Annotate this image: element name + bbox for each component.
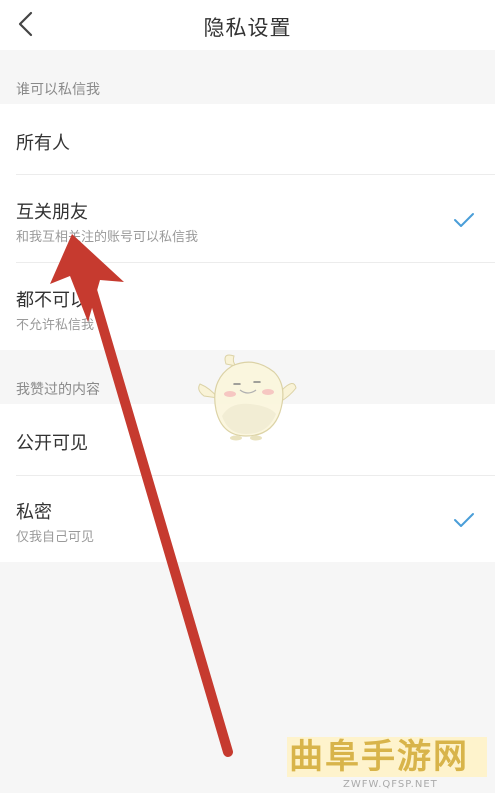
watermark-text: 曲阜手游网: [289, 737, 469, 777]
section-label: 谁可以私信我: [16, 82, 100, 98]
mascot-watermark-icon: [198, 354, 297, 441]
option-title: 私密: [16, 502, 52, 523]
section-header-who-can-message: 谁可以私信我: [0, 50, 495, 104]
option-subtitle: 和我互相关注的账号可以私信我: [16, 230, 199, 245]
checkmark-icon: [454, 213, 474, 227]
page-title: 隐私设置: [203, 16, 292, 40]
section-label: 我赞过的内容: [16, 382, 100, 398]
option-everyone[interactable]: 所有人: [0, 104, 495, 175]
option-nobody[interactable]: 都不可以 不允许私信我: [0, 263, 495, 350]
option-title: 公开可见: [16, 433, 88, 454]
nav-header: 隐私设置: [0, 0, 495, 50]
option-subtitle: 不允许私信我: [16, 318, 95, 333]
option-title: 互关朋友: [16, 202, 88, 223]
option-mutual-friends[interactable]: 互关朋友 和我互相关注的账号可以私信我: [0, 175, 495, 263]
option-title: 都不可以: [16, 290, 88, 311]
option-title: 所有人: [16, 133, 70, 154]
checkmark-icon: [454, 513, 474, 527]
watermark-url: ZWFW.QFSP.NET: [343, 779, 438, 790]
option-subtitle: 仅我自己可见: [16, 530, 95, 545]
option-private[interactable]: 私密 仅我自己可见: [0, 476, 495, 562]
site-watermark: 曲阜手游网 ZWFW.QFSP.NET: [287, 737, 487, 790]
